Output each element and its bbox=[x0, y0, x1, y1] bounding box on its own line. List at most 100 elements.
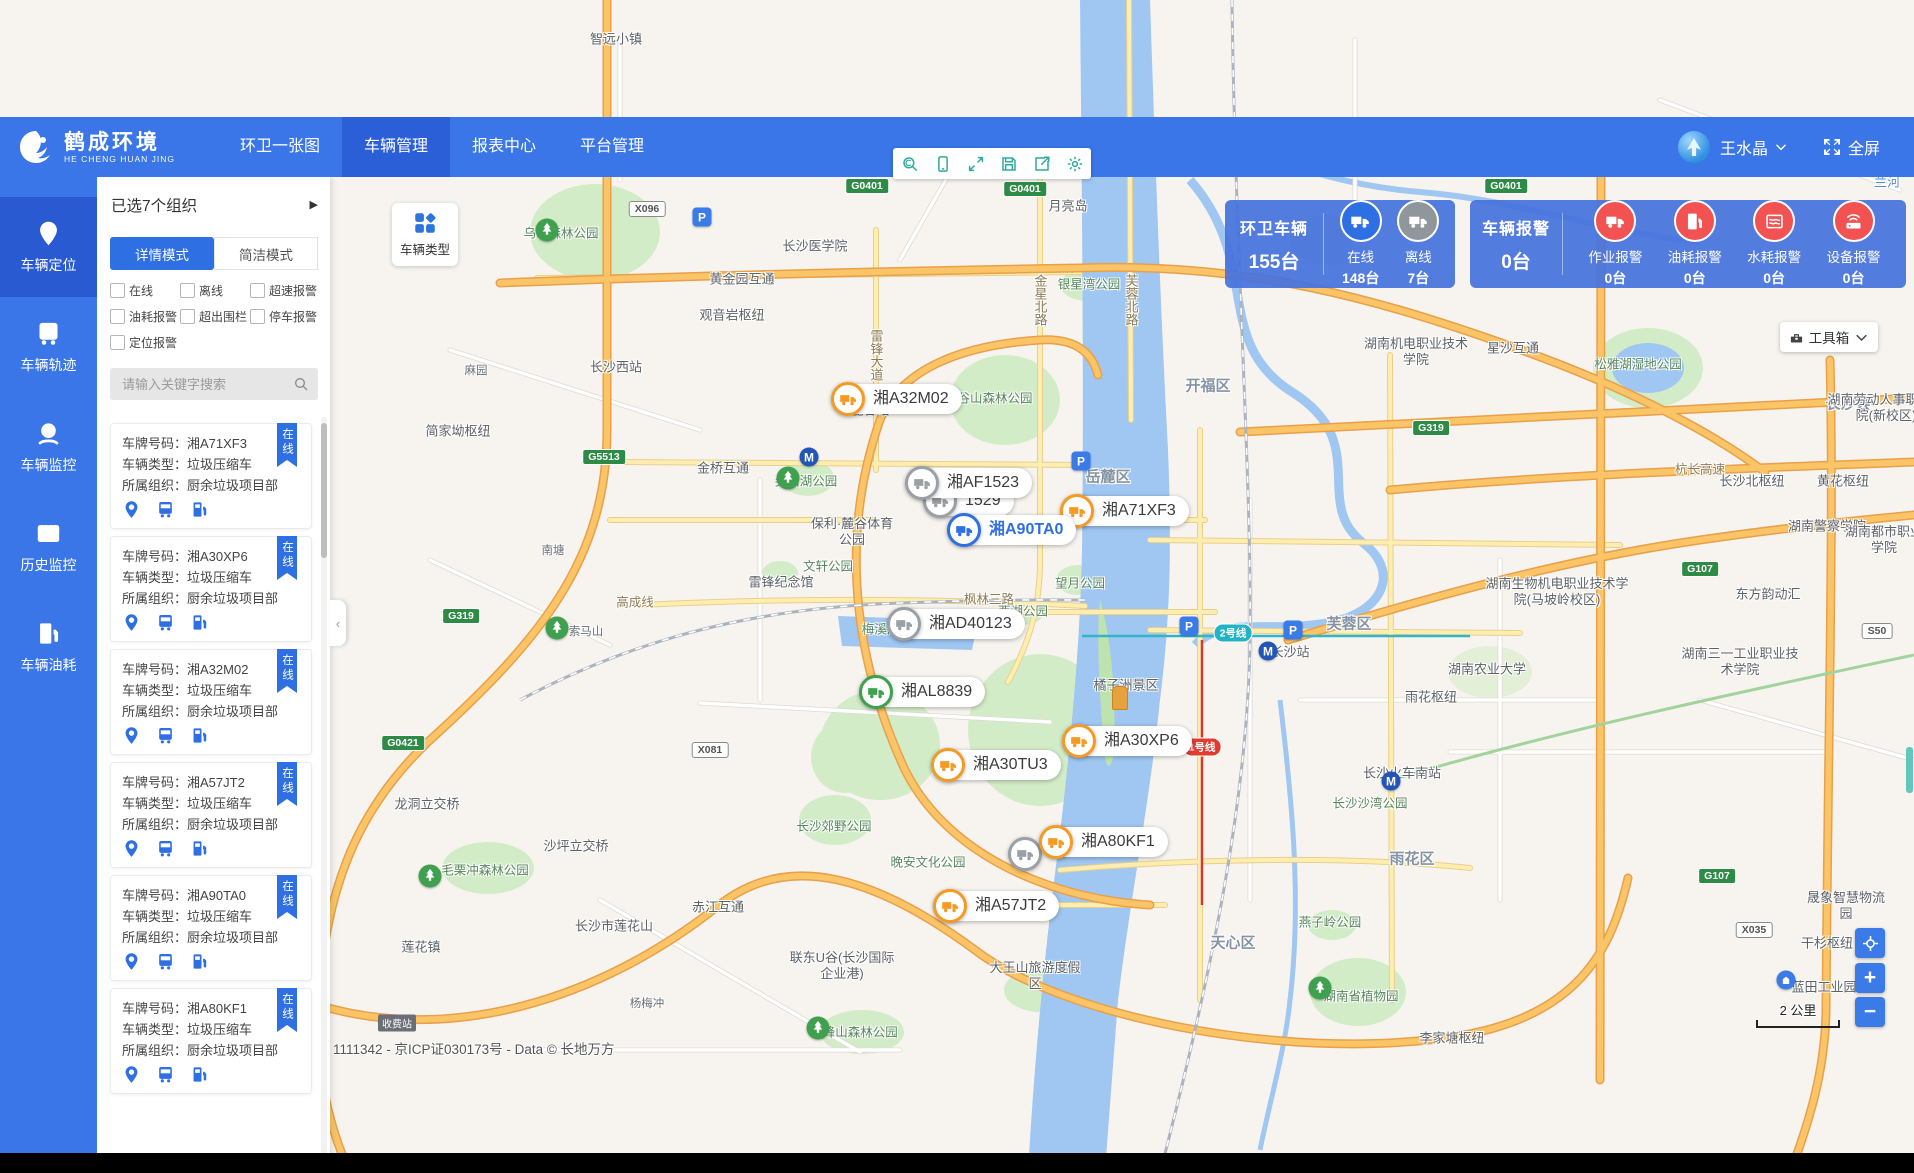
org-summary[interactable]: 已选7个组织 bbox=[111, 194, 197, 216]
sidebar-item-label: 车辆监控 bbox=[21, 455, 77, 475]
filter-5[interactable]: 停车报警 bbox=[250, 308, 320, 325]
panel-collapse-handle[interactable]: ‹ bbox=[330, 600, 346, 646]
stat-item-设备报警[interactable]: 设备报警0台 bbox=[1827, 200, 1881, 288]
export-icon[interactable] bbox=[1033, 155, 1051, 173]
bottom-black-bar bbox=[0, 1153, 1914, 1173]
user-name[interactable]: 王水晶 bbox=[1720, 135, 1768, 159]
locate-vehicle-icon[interactable] bbox=[122, 726, 141, 745]
checkbox[interactable] bbox=[250, 283, 265, 298]
filter-2[interactable]: 超速报警 bbox=[250, 282, 320, 299]
fleet-stats-panel: 环卫车辆155台在线148台离线7台 bbox=[1225, 200, 1455, 288]
vehicle-marker-湘A90TA0[interactable]: 湘A90TA0 bbox=[947, 513, 981, 547]
fuel-vehicle-icon[interactable] bbox=[190, 839, 209, 858]
map-label: 长沙医学院 bbox=[782, 236, 847, 255]
fuel-vehicle-icon[interactable] bbox=[190, 613, 209, 632]
locate-vehicle-icon[interactable] bbox=[122, 613, 141, 632]
track-vehicle-icon[interactable] bbox=[156, 1065, 175, 1084]
page-scrollbar-thumb[interactable] bbox=[1906, 747, 1913, 793]
vehicle-marker-湘AF1523[interactable]: 湘AF1523 bbox=[905, 466, 939, 500]
vehicle-type-button[interactable]: 车辆类型 bbox=[392, 203, 458, 266]
sidebar-item-3[interactable]: 历史监控 bbox=[0, 497, 97, 597]
expand-icon[interactable] bbox=[967, 155, 985, 173]
vehicle-org-line: 所属组织：厨余垃圾项目部 bbox=[122, 475, 311, 496]
stat-item-油耗报警[interactable]: 油耗报警0台 bbox=[1668, 200, 1722, 288]
filter-0[interactable]: 在线 bbox=[110, 282, 180, 299]
vehicle-card[interactable]: 车牌号码：湘A80KF1车辆类型：垃圾压缩车所属组织：厨余垃圾项目部在线 bbox=[110, 988, 312, 1094]
nav-item-3[interactable]: 平台管理 bbox=[558, 117, 666, 177]
mode-tabs: 详情模式 简洁模式 bbox=[110, 237, 318, 270]
fullscreen-button[interactable]: 全屏 bbox=[1822, 135, 1880, 159]
zoom-search-icon[interactable] bbox=[901, 155, 919, 173]
vehicle-card[interactable]: 车牌号码：湘A57JT2车辆类型：垃圾压缩车所属组织：厨余垃圾项目部在线 bbox=[110, 762, 312, 868]
vehicle-marker-湘A32M02[interactable]: 湘A32M02 bbox=[831, 382, 865, 416]
fullscreen-icon bbox=[1822, 137, 1842, 157]
fuel-vehicle-icon[interactable] bbox=[190, 952, 209, 971]
search-input[interactable] bbox=[120, 376, 284, 393]
vehicle-marker-湘A30TU3[interactable]: 湘A30TU3 bbox=[931, 748, 965, 782]
vehicle-card[interactable]: 车牌号码：湘A30XP6车辆类型：垃圾压缩车所属组织：厨余垃圾项目部在线 bbox=[110, 536, 312, 642]
vehicle-card[interactable]: 车牌号码：湘A90TA0车辆类型：垃圾压缩车所属组织：厨余垃圾项目部在线 bbox=[110, 875, 312, 981]
save-icon[interactable] bbox=[1000, 155, 1018, 173]
vehicle-marker-circle bbox=[831, 382, 865, 416]
sidebar-item-0[interactable]: 车辆定位 bbox=[0, 197, 97, 297]
locate-vehicle-icon[interactable] bbox=[122, 839, 141, 858]
map-label: 枫林三路 bbox=[964, 589, 1014, 608]
org-expand-arrow[interactable]: ▶ bbox=[310, 198, 318, 211]
checkbox[interactable] bbox=[180, 283, 195, 298]
checkbox[interactable] bbox=[110, 309, 125, 324]
zoom-in-button[interactable]: + bbox=[1855, 963, 1885, 993]
locate-vehicle-icon[interactable] bbox=[122, 500, 141, 519]
filter-1[interactable]: 离线 bbox=[180, 282, 250, 299]
sidebar-item-4[interactable]: 车辆油耗 bbox=[0, 597, 97, 697]
track-vehicle-icon[interactable] bbox=[156, 500, 175, 519]
zoom-out-button[interactable]: − bbox=[1855, 997, 1885, 1027]
track-vehicle-icon[interactable] bbox=[156, 839, 175, 858]
checkbox[interactable] bbox=[180, 309, 195, 324]
settings-icon[interactable] bbox=[1066, 155, 1084, 173]
map-label: 月亮岛 bbox=[1048, 196, 1087, 215]
vehicle-card[interactable]: 车牌号码：湘A71XF3车辆类型：垃圾压缩车所属组织：厨余垃圾项目部在线 bbox=[110, 423, 312, 529]
sidebar-item-1[interactable]: 车辆轨迹 bbox=[0, 297, 97, 397]
vehicle-marker-湘A57JT2[interactable]: 湘A57JT2 bbox=[933, 889, 967, 923]
mobile-icon[interactable] bbox=[934, 155, 952, 173]
vehicle-marker-湘A30XP6[interactable]: 湘A30XP6 bbox=[1062, 724, 1096, 758]
vehicle-marker-湘AD40123[interactable]: 湘AD40123 bbox=[887, 607, 921, 641]
checkbox[interactable] bbox=[250, 309, 265, 324]
vehicle-marker-湘AL8839[interactable]: 湘AL8839 bbox=[859, 675, 893, 709]
toolbox-button[interactable]: 工具箱 bbox=[1780, 322, 1878, 352]
checkbox[interactable] bbox=[110, 283, 125, 298]
track-vehicle-icon[interactable] bbox=[156, 726, 175, 745]
fuel-vehicle-icon[interactable] bbox=[190, 1065, 209, 1084]
fuel-vehicle-icon[interactable] bbox=[190, 500, 209, 519]
stat-item-水耗报警[interactable]: 水耗报警0台 bbox=[1747, 200, 1801, 288]
track-vehicle-icon[interactable] bbox=[156, 952, 175, 971]
vehicle-marker-湘A80KF1[interactable]: 湘A80KF1 bbox=[1039, 825, 1073, 859]
map-label: 简家坳枢纽 bbox=[425, 421, 490, 440]
filter-6[interactable]: 定位报警 bbox=[110, 334, 180, 351]
stat-item-离线[interactable]: 离线7台 bbox=[1397, 200, 1439, 288]
tab-simple-mode[interactable]: 简洁模式 bbox=[214, 237, 318, 270]
nav-item-0[interactable]: 环卫一张图 bbox=[218, 117, 342, 177]
avatar[interactable] bbox=[1678, 131, 1710, 163]
fuel-vehicle-icon[interactable] bbox=[190, 726, 209, 745]
nav-item-1[interactable]: 车辆管理 bbox=[342, 117, 450, 177]
vehicle-marker[interactable] bbox=[1008, 837, 1042, 871]
track-vehicle-icon[interactable] bbox=[156, 613, 175, 632]
parking-poi-icon: P bbox=[1284, 621, 1303, 640]
stat-item-在线[interactable]: 在线148台 bbox=[1340, 200, 1382, 288]
sidebar-item-2[interactable]: 车辆监控 bbox=[0, 397, 97, 497]
search-icon[interactable] bbox=[293, 376, 309, 392]
nav-item-2[interactable]: 报表中心 bbox=[450, 117, 558, 177]
list-scrollbar[interactable] bbox=[321, 417, 327, 1167]
chevron-down-icon[interactable] bbox=[1774, 140, 1788, 154]
locate-button[interactable] bbox=[1855, 928, 1885, 958]
filter-3[interactable]: 油耗报警 bbox=[110, 308, 180, 325]
vehicle-card[interactable]: 车牌号码：湘A32M02车辆类型：垃圾压缩车所属组织：厨余垃圾项目部在线 bbox=[110, 649, 312, 755]
locate-vehicle-icon[interactable] bbox=[122, 952, 141, 971]
filter-4[interactable]: 超出围栏 bbox=[180, 308, 250, 325]
locate-vehicle-icon[interactable] bbox=[122, 1065, 141, 1084]
tab-detail-mode[interactable]: 详情模式 bbox=[110, 237, 214, 270]
map-label: 沙坪立交桥 bbox=[543, 836, 608, 855]
checkbox[interactable] bbox=[110, 335, 125, 350]
stat-item-作业报警[interactable]: 作业报警0台 bbox=[1588, 200, 1642, 288]
